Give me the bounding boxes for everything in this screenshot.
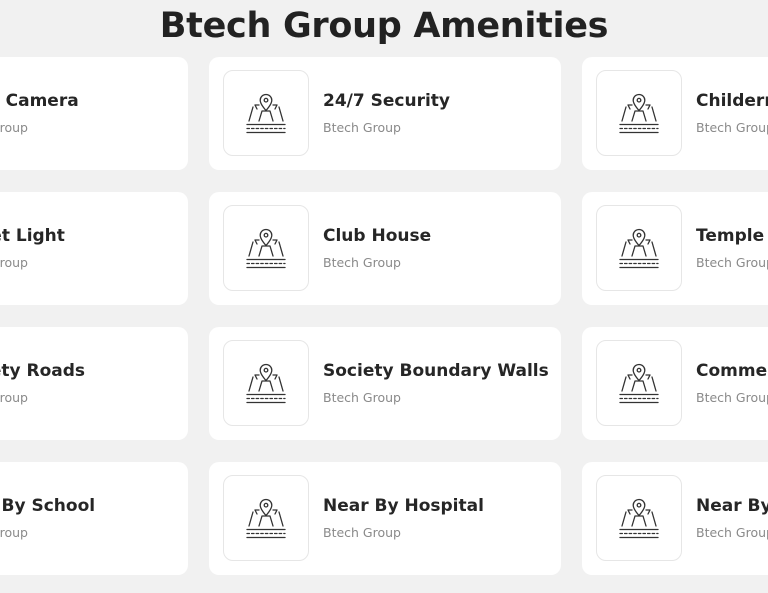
amenity-title: Temple bbox=[696, 226, 765, 246]
amenity-title: Society Roads bbox=[0, 361, 86, 381]
amenity-title: Near By Market bbox=[696, 496, 768, 516]
amenity-card[interactable]: Near By Market Btech Group bbox=[582, 462, 768, 575]
amenity-title: Society Boundary Walls bbox=[323, 361, 549, 381]
amenity-card[interactable]: Commercial Shops Btech Group bbox=[582, 327, 768, 440]
amenity-title: Street Light bbox=[0, 226, 65, 246]
amenity-title: 24/7 Security bbox=[323, 91, 450, 111]
amenity-subtitle: Btech Group bbox=[323, 120, 401, 135]
icon-box bbox=[596, 70, 682, 156]
amenity-subtitle: Btech Group bbox=[696, 390, 768, 405]
amenity-subtitle: Btech Group bbox=[0, 255, 28, 270]
location-road-icon bbox=[246, 363, 286, 404]
amenity-subtitle: Btech Group bbox=[696, 255, 768, 270]
amenity-title: Commercial Shops bbox=[696, 361, 768, 381]
amenity-card[interactable]: Near By School Btech Group bbox=[0, 462, 188, 575]
amenity-title: Near By Hospital bbox=[323, 496, 484, 516]
amenity-card[interactable]: 24/7 Security Btech Group bbox=[209, 57, 561, 170]
amenities-grid: CCTV Camera Btech Group 24/7 Security Bt… bbox=[0, 0, 768, 593]
amenity-title: CCTV Camera bbox=[0, 91, 79, 111]
amenity-title: Childern Play Area bbox=[696, 91, 768, 111]
location-road-icon bbox=[246, 498, 286, 539]
amenity-card[interactable]: Society Boundary Walls Btech Group bbox=[209, 327, 561, 440]
location-road-icon bbox=[619, 228, 659, 269]
amenity-subtitle: Btech Group bbox=[0, 120, 28, 135]
amenity-card[interactable]: Near By Hospital Btech Group bbox=[209, 462, 561, 575]
amenity-card[interactable]: CCTV Camera Btech Group bbox=[0, 57, 188, 170]
amenity-title: Club House bbox=[323, 226, 432, 246]
location-road-icon bbox=[246, 228, 286, 269]
amenity-card[interactable]: Society Roads Btech Group bbox=[0, 327, 188, 440]
amenity-title: Near By School bbox=[0, 496, 96, 516]
icon-box bbox=[596, 475, 682, 561]
amenity-subtitle: Btech Group bbox=[0, 390, 28, 405]
amenity-card[interactable]: Club House Btech Group bbox=[209, 192, 561, 305]
location-road-icon bbox=[619, 498, 659, 539]
amenity-card[interactable]: Temple Btech Group bbox=[582, 192, 768, 305]
icon-box bbox=[223, 70, 309, 156]
icon-box bbox=[596, 205, 682, 291]
location-road-icon bbox=[619, 363, 659, 404]
amenity-subtitle: Btech Group bbox=[0, 525, 28, 540]
amenity-card[interactable]: Childern Play Area Btech Group bbox=[582, 57, 768, 170]
amenity-subtitle: Btech Group bbox=[323, 390, 401, 405]
location-road-icon bbox=[246, 93, 286, 134]
amenity-card[interactable]: Street Light Btech Group bbox=[0, 192, 188, 305]
location-road-icon bbox=[619, 93, 659, 134]
icon-box bbox=[223, 475, 309, 561]
icon-box bbox=[596, 340, 682, 426]
amenity-subtitle: Btech Group bbox=[323, 525, 401, 540]
amenity-subtitle: Btech Group bbox=[323, 255, 401, 270]
icon-box bbox=[223, 205, 309, 291]
icon-box bbox=[223, 340, 309, 426]
amenity-subtitle: Btech Group bbox=[696, 525, 768, 540]
amenity-subtitle: Btech Group bbox=[696, 120, 768, 135]
